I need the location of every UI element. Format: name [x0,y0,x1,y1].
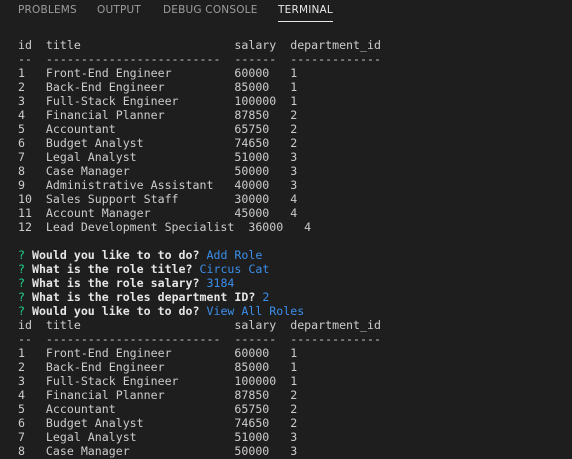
output-line: id title salary department_id [18,38,381,52]
output-line: 7 Legal Analyst 51000 3 [18,150,298,164]
tab-output[interactable]: OUTPUT [97,4,141,16]
tab-label: PROBLEMS [18,4,77,16]
prompt-line: ? What is the roles department ID? 2 [18,290,381,304]
output-line: -- ------------------------- ------ ----… [18,52,381,66]
output-line: 8 Case Manager 50000 3 [18,444,298,458]
output-line: 5 Accountant 65750 2 [18,122,298,136]
prompt-question: Would you like to to do? [31,304,200,318]
output-line: 3 Full-Stack Engineer 100000 1 [18,374,298,388]
panel-tab-bar: PROBLEMS OUTPUT DEBUG CONSOLE TERMINAL [0,0,572,26]
output-line: 2 Back-End Engineer 85000 1 [18,80,298,94]
output-line: 6 Budget Analyst 74650 2 [18,136,298,150]
output-line: 4 Financial Planner 87850 2 [18,108,298,122]
output-line: 1 Front-End Engineer 60000 1 [18,66,298,80]
prompt-question: What is the role salary? [31,276,200,290]
output-line: 6 Budget Analyst 74650 2 [18,416,298,430]
output-line: 12 Lead Development Specialist 36000 4 [18,220,312,234]
terminal-output[interactable]: id title salary department_id -- --------… [18,38,381,458]
prompt-line: ? Would you like to to do? Add Role [18,248,381,262]
prompt-answer: 2 [262,290,270,304]
prompt-mark: ? [18,290,25,304]
prompt-mark: ? [18,304,25,318]
output-line: -- ------------------------- ------ ----… [18,332,381,346]
prompt-question: What is the roles department ID? [31,290,256,304]
output-line: 11 Account Manager 45000 4 [18,206,298,220]
output-line: 7 Legal Analyst 51000 3 [18,430,298,444]
prompt-line: ? What is the role title? Circus Cat [18,262,381,276]
output-line: 2 Back-End Engineer 85000 1 [18,360,298,374]
output-line: 3 Full-Stack Engineer 100000 1 [18,94,298,108]
tab-problems[interactable]: PROBLEMS [18,4,77,16]
output-line: 10 Sales Support Staff 30000 4 [18,192,298,206]
prompt-line: ? What is the role salary? 3184 [18,276,381,290]
tab-label: DEBUG CONSOLE [163,4,258,16]
tab-label: TERMINAL [278,4,333,16]
output-line: 1 Front-End Engineer 60000 1 [18,346,298,360]
prompt-mark: ? [18,248,25,262]
prompt-question: What is the role title? [31,262,193,276]
prompt-line: ? Would you like to to do? View All Role… [18,304,381,318]
tab-terminal[interactable]: TERMINAL [278,4,333,22]
prompt-answer: Add Role [206,248,263,262]
active-tab-indicator [278,21,333,22]
prompt-question: Would you like to to do? [31,248,200,262]
prompt-mark: ? [18,262,25,276]
output-line: 9 Administrative Assistant 40000 3 [18,178,298,192]
tab-debug-console[interactable]: DEBUG CONSOLE [163,4,258,16]
output-line: id title salary department_id [18,318,381,332]
prompt-answer: View All Roles [206,304,305,318]
tab-label: OUTPUT [97,4,141,16]
prompt-mark: ? [18,276,25,290]
output-line: 4 Financial Planner 87850 2 [18,388,298,402]
terminal-panel: PROBLEMS OUTPUT DEBUG CONSOLE TERMINAL i… [0,0,572,459]
output-line: 5 Accountant 65750 2 [18,402,298,416]
prompt-answer: Circus Cat [199,262,270,276]
prompt-answer: 3184 [206,276,235,290]
output-line: 8 Case Manager 50000 3 [18,164,298,178]
